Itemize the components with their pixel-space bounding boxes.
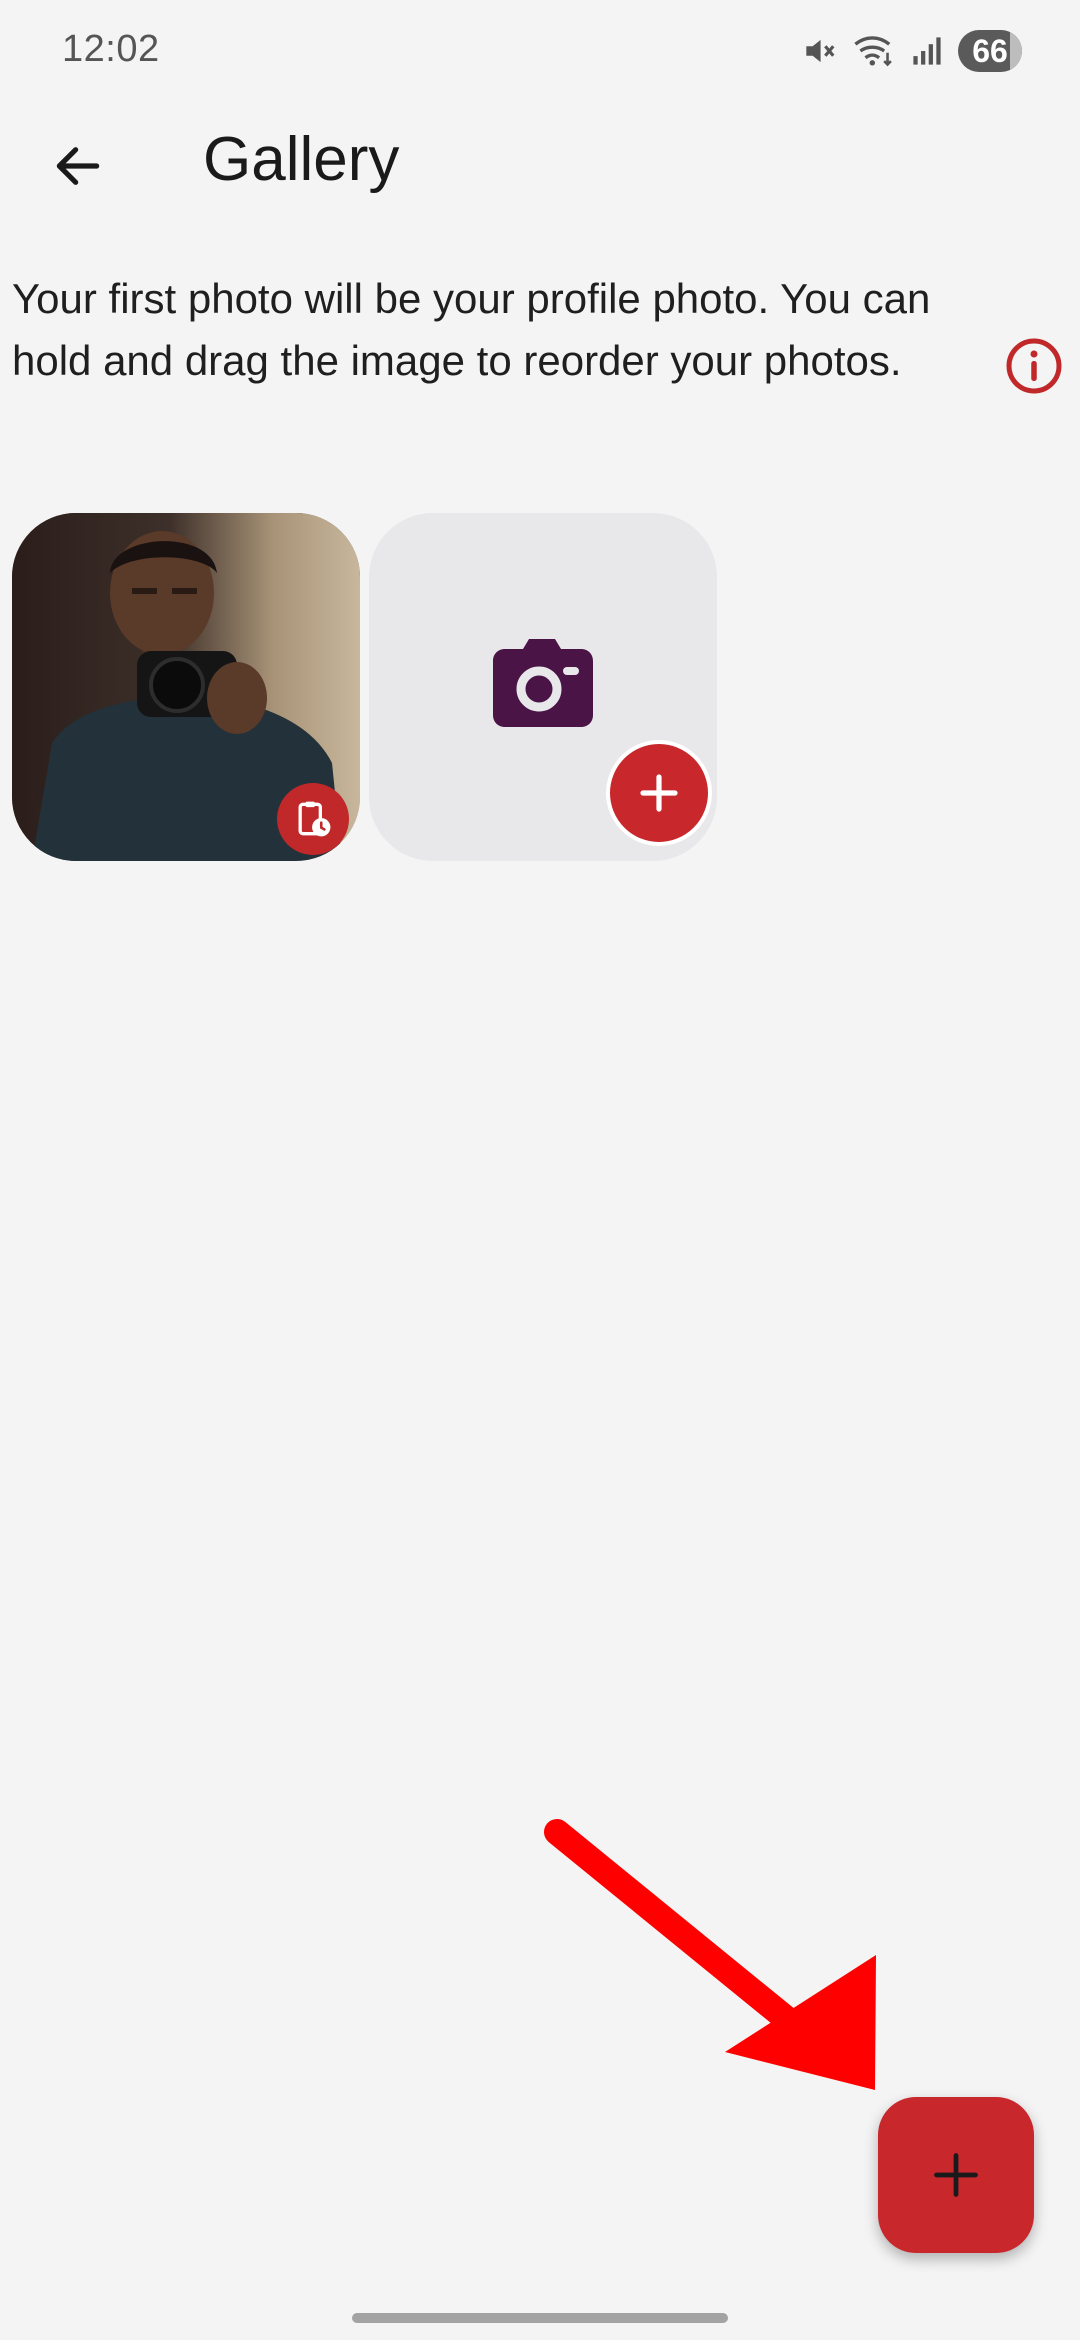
home-indicator[interactable] — [352, 2313, 728, 2323]
arrow-left-icon — [56, 147, 100, 185]
status-bar: 12:02 66 — [0, 0, 1080, 100]
battery-icon: 66 — [958, 30, 1022, 72]
wifi-icon — [852, 32, 896, 70]
plus-icon — [934, 2153, 978, 2197]
status-time: 12:02 — [62, 28, 160, 70]
signal-icon — [910, 34, 944, 68]
profile-photo-tile[interactable] — [12, 513, 360, 861]
add-photo-badge[interactable] — [606, 740, 712, 846]
gallery-description: Your first photo will be your profile ph… — [12, 275, 931, 384]
info-circle-icon — [1006, 338, 1062, 394]
plus-icon — [640, 774, 678, 812]
pending-review-badge — [277, 783, 349, 855]
mute-icon — [800, 32, 838, 70]
info-button[interactable] — [1004, 336, 1064, 396]
back-button[interactable] — [40, 128, 116, 204]
add-photo-tile[interactable] — [369, 513, 717, 861]
add-fab[interactable] — [878, 2097, 1034, 2253]
status-icons: 66 — [800, 30, 1022, 72]
page-title: Gallery — [203, 125, 400, 194]
battery-level: 66 — [972, 32, 1008, 69]
clipboard-clock-icon — [298, 801, 331, 837]
app-bar: Gallery — [0, 110, 1080, 210]
camera-icon — [493, 639, 593, 727]
